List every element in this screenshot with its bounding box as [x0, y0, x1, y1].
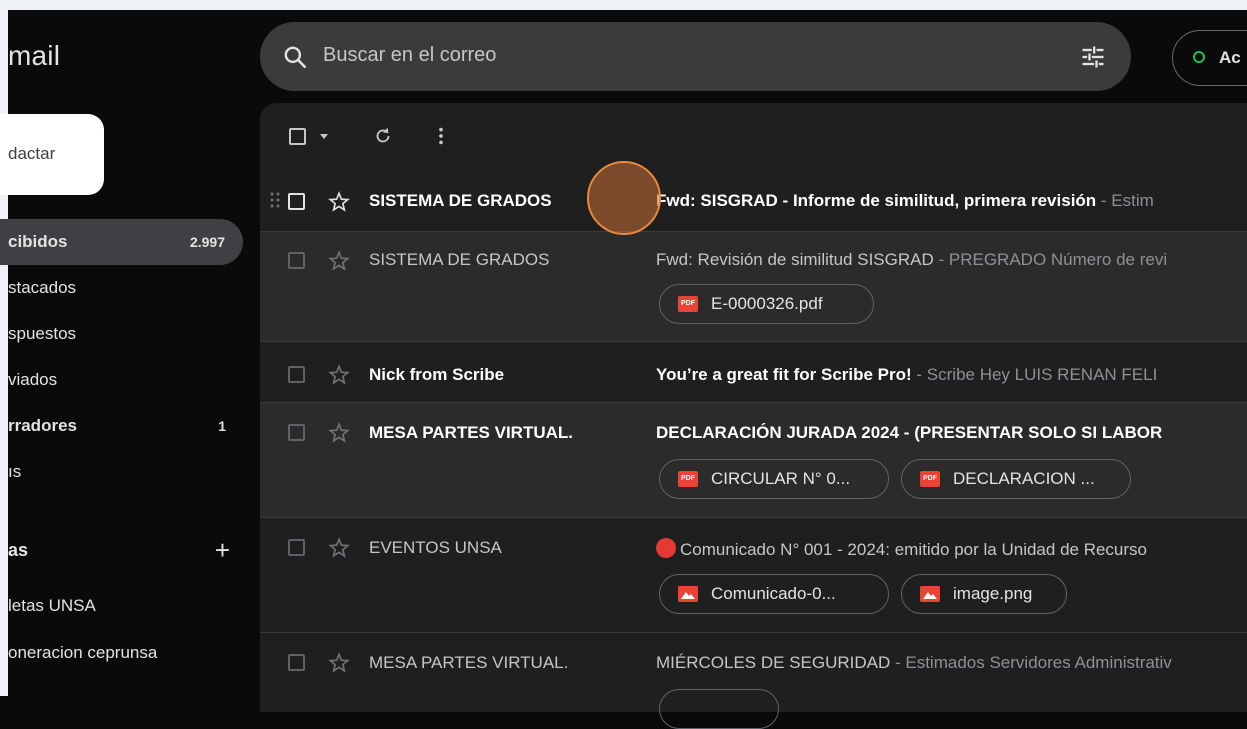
mail-subject-line: You’re a great fit for Scribe Pro! - Scr…	[656, 365, 1247, 385]
mail-subject-line: Comunicado N° 001 - 2024: emitido por la…	[656, 538, 1247, 560]
more-options-icon[interactable]	[430, 125, 452, 147]
attachment-name: image.png	[953, 584, 1033, 603]
star-icon[interactable]	[328, 537, 350, 559]
window-frame-top	[0, 0, 1247, 10]
search-options-icon[interactable]	[1079, 43, 1107, 71]
search-input[interactable]: Buscar en el correo	[323, 44, 496, 67]
sidebar-item-label: cibidos	[8, 232, 68, 251]
status-selector[interactable]: Ac	[1172, 30, 1247, 86]
mail-subject: Comunicado N° 001 - 2024: emitido por la…	[680, 540, 1148, 559]
sidebar-nav: cibidos 2.997 stacados spuestos viados r…	[0, 219, 244, 495]
compose-button[interactable]: dactar	[0, 114, 104, 195]
pdf-file-icon: PDF	[678, 471, 698, 487]
add-label-button[interactable]: +	[215, 528, 230, 572]
mail-row[interactable]: MESA PARTES VIRTUAL. MIÉRCOLES DE SEGURI…	[260, 632, 1247, 729]
mail-row[interactable]: SISTEMA DE GRADOS Fwd: Revisión de simil…	[260, 231, 1247, 341]
mail-list-panel: SISTEMA DE GRADOS Fwd: SISGRAD - Informe…	[260, 103, 1247, 729]
sidebar-item-snoozed[interactable]: spuestos	[0, 311, 244, 357]
star-icon[interactable]	[328, 364, 350, 386]
mail-row[interactable]: SISTEMA DE GRADOS Fwd: SISGRAD - Informe…	[260, 173, 1247, 231]
labels-heading-text: as	[8, 540, 29, 560]
refresh-icon[interactable]	[372, 125, 394, 147]
compose-label: dactar	[8, 144, 56, 163]
mail-row[interactable]: Nick from Scribe You’re a great fit for …	[260, 341, 1247, 402]
mail-row[interactable]: MESA PARTES VIRTUAL. DECLARACIÓN JURADA …	[260, 402, 1247, 517]
sidebar-item-label: stacados	[8, 278, 77, 297]
mail-row-checkbox[interactable]	[288, 366, 305, 383]
mail-row-checkbox[interactable]	[288, 193, 305, 210]
attachment-chip[interactable]	[659, 689, 779, 729]
attachment-chip[interactable]: PDF CIRCULAR N° 0...	[659, 459, 889, 499]
attachment-chip[interactable]: PDF DECLARACION ...	[901, 459, 1131, 499]
mail-row-checkbox[interactable]	[288, 654, 305, 671]
sidebar-label-item[interactable]: letas UNSA	[8, 596, 96, 616]
sidebar-item-label: viados	[8, 370, 58, 389]
mail-toolbar	[260, 103, 1247, 173]
sidebar-item-drafts[interactable]: rradores 1	[0, 403, 244, 449]
sidebar-item-label: spuestos	[8, 324, 77, 343]
red-circle-icon	[656, 538, 676, 558]
select-all-checkbox[interactable]	[289, 128, 306, 145]
star-icon[interactable]	[328, 422, 350, 444]
mail-sender: MESA PARTES VIRTUAL.	[369, 423, 574, 442]
mail-sender: Nick from Scribe	[369, 365, 505, 384]
mail-snippet: - Estim	[1096, 191, 1154, 210]
star-icon[interactable]	[328, 652, 350, 674]
mail-sender: SISTEMA DE GRADOS	[369, 250, 550, 269]
search-bar[interactable]: Buscar en el correo	[260, 22, 1131, 91]
image-file-icon	[920, 586, 940, 602]
select-menu-chevron-icon[interactable]	[320, 134, 328, 139]
mail-sender: EVENTOS UNSA	[369, 538, 502, 557]
sidebar-item-label: rradores	[8, 416, 77, 435]
drag-handle-icon[interactable]	[269, 191, 281, 209]
mail-sender: MESA PARTES VIRTUAL.	[369, 653, 569, 672]
click-highlight-cursor	[587, 161, 661, 235]
attachment-name: DECLARACION ...	[953, 469, 1095, 488]
mail-subject: You’re a great fit for Scribe Pro!	[656, 365, 912, 384]
mail-subject-line: Fwd: SISGRAD - Informe de similitud, pri…	[656, 191, 1247, 211]
mail-snippet: - Estimados Servidores Administrativ	[890, 653, 1172, 672]
sidebar-item-sent[interactable]: viados	[0, 357, 244, 403]
mail-subject: Fwd: SISGRAD - Informe de similitud, pri…	[656, 191, 1097, 210]
image-file-icon	[678, 586, 698, 602]
pdf-file-icon: PDF	[920, 471, 940, 487]
search-icon[interactable]	[282, 44, 308, 70]
mail-sender: SISTEMA DE GRADOS	[369, 191, 552, 210]
mail-row[interactable]: EVENTOS UNSA Comunicado N° 001 - 2024: e…	[260, 517, 1247, 632]
mail-subject: MIÉRCOLES DE SEGURIDAD	[656, 653, 891, 672]
pdf-file-icon: PDF	[678, 296, 698, 312]
attachment-name: CIRCULAR N° 0...	[711, 469, 851, 488]
unread-count: 2.997	[189, 234, 225, 250]
mail-subject-line: Fwd: Revisión de similitud SISGRAD - PRE…	[656, 250, 1247, 270]
attachment-name: Comunicado-0...	[711, 584, 836, 603]
drafts-count: 1	[218, 418, 226, 434]
attachment-name: E-0000326.pdf	[711, 294, 823, 313]
sidebar-item-inbox[interactable]: cibidos 2.997	[0, 219, 243, 265]
mail-subject-line: DECLARACIÓN JURADA 2024 - (PRESENTAR SOL…	[656, 423, 1247, 443]
status-active-icon	[1193, 51, 1205, 63]
sidebar-item-more[interactable]: ıs	[0, 449, 244, 495]
star-icon[interactable]	[328, 191, 350, 213]
mail-row-checkbox[interactable]	[288, 539, 305, 556]
mail-subject: DECLARACIÓN JURADA 2024 - (PRESENTAR SOL…	[656, 423, 1163, 442]
sidebar-label-item[interactable]: oneracion ceprunsa	[8, 643, 157, 663]
sidebar-item-label: ıs	[8, 462, 22, 481]
sidebar-item-starred[interactable]: stacados	[0, 265, 244, 311]
attachment-chip[interactable]: image.png	[901, 574, 1067, 614]
mail-snippet: - Scribe Hey LUIS RENAN FELI	[911, 365, 1158, 384]
status-label: Ac	[1219, 48, 1241, 67]
labels-heading: as +	[8, 528, 230, 572]
mail-snippet: - PREGRADO Número de revi	[933, 250, 1168, 269]
app-logo[interactable]: mail	[8, 40, 60, 72]
mail-subject: Fwd: Revisión de similitud SISGRAD	[656, 250, 934, 269]
mail-subject-line: MIÉRCOLES DE SEGURIDAD - Estimados Servi…	[656, 653, 1247, 673]
mail-row-checkbox[interactable]	[288, 252, 305, 269]
star-icon[interactable]	[328, 250, 350, 272]
attachment-chip[interactable]: Comunicado-0...	[659, 574, 889, 614]
mail-row-checkbox[interactable]	[288, 424, 305, 441]
attachment-chip[interactable]: PDF E-0000326.pdf	[659, 284, 874, 324]
